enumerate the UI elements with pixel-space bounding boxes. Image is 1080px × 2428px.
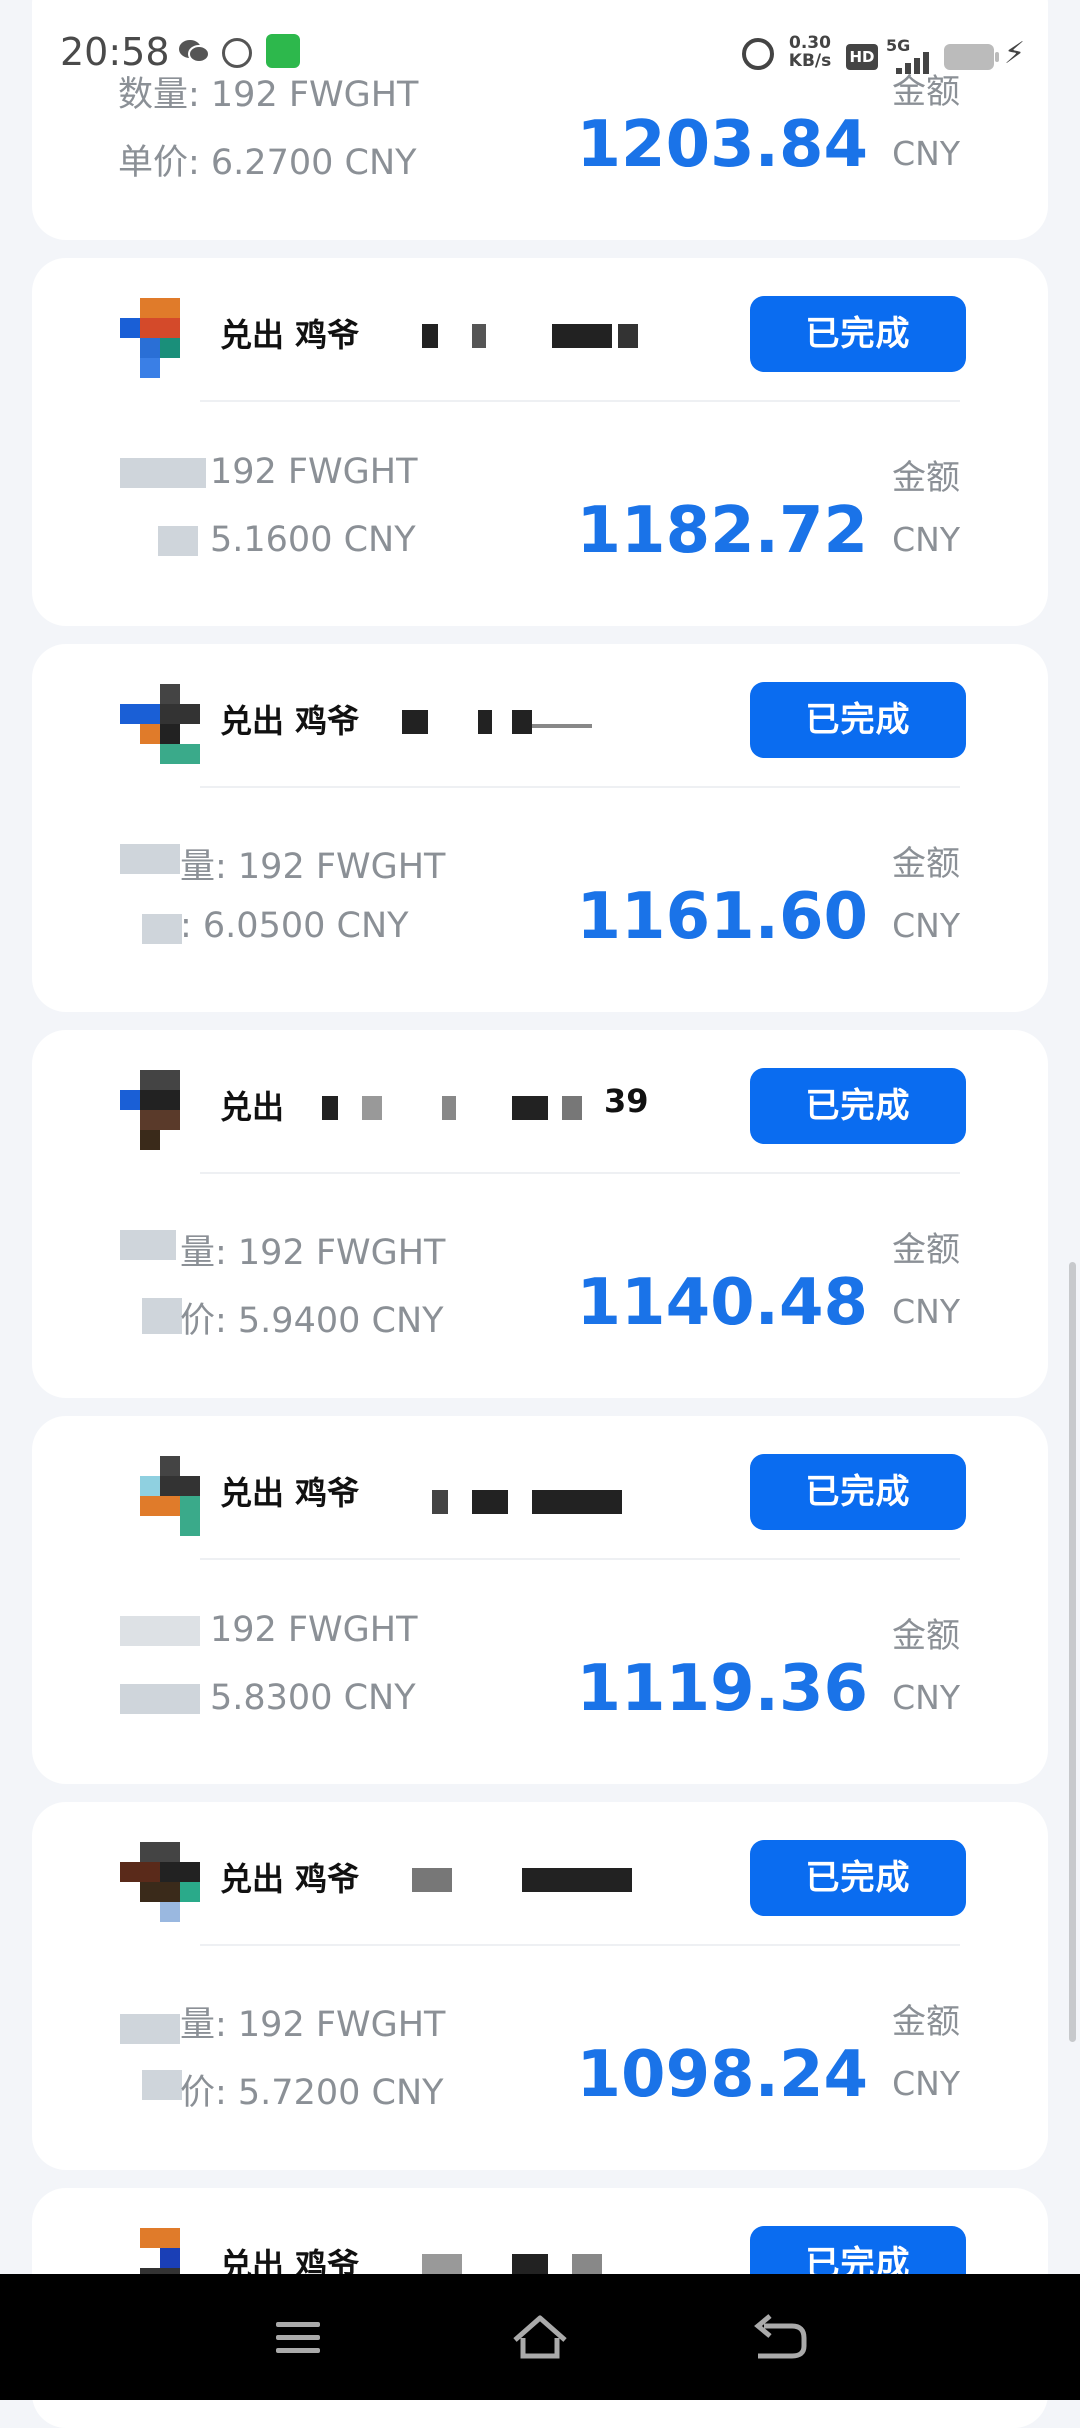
divider xyxy=(200,400,960,402)
hd-icon: HD xyxy=(846,44,878,70)
order-title: 兑出 鸡爷 xyxy=(220,1474,360,1512)
signal-icon xyxy=(896,52,930,74)
redacted-username xyxy=(382,710,642,734)
home-icon[interactable] xyxy=(505,2302,575,2372)
order-unit-price: 价: 5.9400 CNY xyxy=(180,1301,444,1341)
order-card[interactable]: 兑出 鸡爷 已完成 量: 192 FWGHT 价: 5.7200 CNY 金额 … xyxy=(32,1802,1048,2170)
order-title: 兑出 鸡爷 xyxy=(220,1860,360,1898)
redacted-label xyxy=(158,526,198,556)
redacted-username xyxy=(382,1868,642,1892)
redacted-label xyxy=(142,2070,182,2100)
app-icon xyxy=(266,34,300,68)
amount-label: 金额 xyxy=(892,1616,960,1656)
order-card[interactable]: 兑出 鸡爷 已完成 192 FWGHT 5.8300 CNY 金额 1119.3… xyxy=(32,1416,1048,1784)
order-card[interactable]: 兑出 39 已完成 量: 192 FWGHT 价: 5.9400 CNY 金额 … xyxy=(32,1030,1048,1398)
amount-currency: CNY xyxy=(892,1678,960,1717)
amount-currency: CNY xyxy=(892,520,960,559)
weibo-icon xyxy=(222,38,252,68)
divider xyxy=(200,1558,960,1560)
redacted-label xyxy=(120,1230,176,1260)
order-title: 兑出 鸡爷 xyxy=(220,702,360,740)
order-amount: 1098.24 xyxy=(576,2038,869,2112)
order-unit-price: 5.1600 CNY xyxy=(210,520,416,560)
order-header: 兑出 鸡爷 已完成 xyxy=(32,1802,1048,1942)
menu-icon[interactable] xyxy=(262,2302,332,2372)
status-completed-button[interactable]: 已完成 xyxy=(750,682,966,758)
redacted-label xyxy=(142,914,182,944)
redacted-label xyxy=(120,1616,200,1646)
battery-icon xyxy=(944,44,999,70)
net-speed-unit: KB/s xyxy=(788,51,832,71)
order-header: 兑出 鸡爷 已完成 xyxy=(32,1416,1048,1556)
status-bar: 20:58 0.30 KB/s HD 5G ⚡ xyxy=(0,0,1080,110)
order-header: 兑出 鸡爷 已完成 xyxy=(32,644,1048,784)
avatar xyxy=(120,1842,200,1922)
avatar xyxy=(120,1456,200,1536)
order-amount: 1182.72 xyxy=(576,494,869,568)
avatar xyxy=(120,1070,200,1150)
order-header: 兑出 鸡爷 已完成 xyxy=(32,258,1048,398)
amount-label: 金额 xyxy=(892,844,960,884)
divider xyxy=(200,1172,960,1174)
order-quantity: 量: 192 FWGHT xyxy=(180,2005,446,2045)
status-completed-button[interactable]: 已完成 xyxy=(750,1068,966,1144)
order-amount: 1140.48 xyxy=(576,1266,869,1340)
redacted-label xyxy=(120,2014,180,2044)
net-speed: 0.30 KB/s xyxy=(784,34,836,70)
amount-currency: CNY xyxy=(892,1292,960,1331)
redacted-username xyxy=(322,1096,632,1120)
order-title: 兑出 鸡爷 xyxy=(220,316,360,354)
order-quantity: 192 FWGHT xyxy=(210,452,418,492)
status-completed-button[interactable]: 已完成 xyxy=(750,1840,966,1916)
order-unit-price: 价: 5.7200 CNY xyxy=(180,2073,444,2113)
avatar xyxy=(120,298,200,378)
system-nav-bar xyxy=(0,2274,1080,2400)
order-card[interactable]: 兑出 鸡爷 已完成 192 FWGHT 5.1600 CNY 金额 1182.7… xyxy=(32,258,1048,626)
status-completed-button[interactable]: 已完成 xyxy=(750,1454,966,1530)
divider xyxy=(200,1944,960,1946)
redacted-label xyxy=(120,458,206,488)
redacted-username xyxy=(382,1490,642,1514)
status-time: 20:58 xyxy=(60,30,170,74)
scrollbar[interactable] xyxy=(1069,1262,1076,2042)
net-speed-value: 0.30 xyxy=(789,33,831,53)
amount-currency: CNY xyxy=(892,2064,960,2103)
order-quantity: 192 FWGHT xyxy=(210,1610,418,1650)
alarm-icon xyxy=(742,38,774,70)
order-header: 兑出 39 已完成 xyxy=(32,1030,1048,1170)
amount-label: 金额 xyxy=(892,1230,960,1270)
order-quantity: 量: 192 FWGHT xyxy=(180,847,446,887)
divider xyxy=(200,786,960,788)
order-card[interactable]: 兑出 鸡爷 已完成 量: 192 FWGHT : 6.0500 CNY 金额 1… xyxy=(32,644,1048,1012)
back-icon[interactable] xyxy=(744,2302,814,2372)
amount-currency: CNY xyxy=(892,134,960,173)
order-amount: 1119.36 xyxy=(576,1652,869,1726)
amount-currency: CNY xyxy=(892,906,960,945)
avatar xyxy=(120,684,200,764)
charging-icon: ⚡ xyxy=(1004,36,1026,71)
amount-label: 金额 xyxy=(892,458,960,498)
order-unit-price: 单价: 6.2700 CNY xyxy=(118,143,417,183)
redacted-username xyxy=(382,324,642,348)
amount-label: 金额 xyxy=(892,2002,960,2042)
redacted-label xyxy=(142,1298,182,1334)
order-unit-price: : 6.0500 CNY xyxy=(180,906,409,946)
redacted-label xyxy=(120,844,180,874)
order-amount: 1161.60 xyxy=(576,880,869,954)
order-unit-price: 5.8300 CNY xyxy=(210,1678,416,1718)
order-title-suffix: 39 xyxy=(604,1082,649,1120)
status-completed-button[interactable]: 已完成 xyxy=(750,296,966,372)
order-quantity: 量: 192 FWGHT xyxy=(180,1233,446,1273)
redacted-label xyxy=(120,1684,200,1714)
order-amount: 1203.84 xyxy=(576,108,869,182)
wechat-icon xyxy=(179,40,210,63)
order-title: 兑出 xyxy=(220,1088,285,1126)
